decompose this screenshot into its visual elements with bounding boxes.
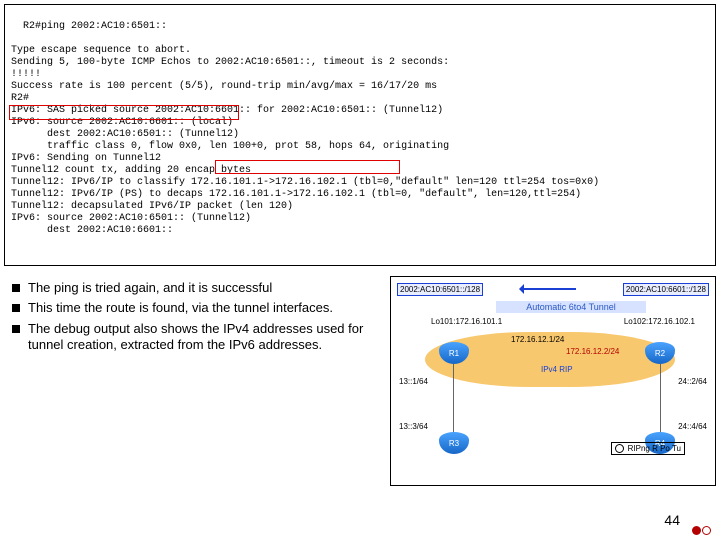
term-line: IPv6: source 2002:AC10:6501:: (Tunnel12): [11, 213, 251, 224]
term-line: R2#ping 2002:AC10:6501::: [23, 21, 167, 32]
lo-right: Lo102:172.16.102.1: [624, 317, 695, 326]
link-r1-r3: [453, 364, 454, 434]
term-line: R2#: [11, 93, 29, 104]
page-number: 44: [664, 512, 680, 528]
term-line: IPv6: source 2002:AC10:6601:: (local): [11, 117, 233, 128]
term-line: Tunnel12: IPv6/IP to classify 172.16.101…: [11, 177, 599, 188]
bullet-text: The ping is tried again, and it is succe…: [28, 280, 272, 296]
mid-top: 172.16.12.1/24: [511, 335, 564, 344]
term-line: dest 2002:AC10:6601::: [11, 225, 173, 236]
legend-text: RIPng R Po Tu: [628, 444, 681, 453]
bullet-list: The ping is tried again, and it is succe…: [4, 276, 384, 486]
term-line: Tunnel12: decapsulated IPv6/IP packet (l…: [11, 201, 293, 212]
bullet-text: This time the route is found, via the tu…: [28, 300, 333, 316]
l24-bot: 24::4/64: [678, 422, 707, 431]
router-r3: R3: [439, 432, 469, 454]
tunnel-banner: Automatic 6to4 Tunnel: [496, 301, 646, 313]
l13-top: 13::1/64: [399, 377, 428, 386]
mid-bot: 172.16.12.2/24: [566, 347, 619, 356]
term-line: IPv6: SAS picked source 2002:AC10:6601::…: [11, 105, 443, 116]
legend-circle-icon: [615, 444, 624, 453]
link-r2-r4: [660, 364, 661, 434]
lo-left: Lo101:172.16.101.1: [431, 317, 502, 326]
terminal-output: R2#ping 2002:AC10:6501:: Type escape seq…: [4, 4, 716, 266]
ipv6-left-label: 2002:AC10:6501::/128: [397, 283, 483, 296]
rip-label: IPv4 RIP: [541, 365, 573, 374]
term-line: Sending 5, 100-byte ICMP Echos to 2002:A…: [11, 57, 449, 68]
arrow-left-icon: [521, 288, 576, 290]
term-line: !!!!!: [11, 69, 41, 80]
l24-top: 24::2/64: [678, 377, 707, 386]
bullet-item: The ping is tried again, and it is succe…: [12, 280, 380, 296]
legend-box: RIPng R Po Tu: [611, 442, 685, 455]
term-line: Tunnel12 count tx, adding 20 encap bytes: [11, 165, 251, 176]
corner-logo: [692, 526, 714, 536]
bullet-text: The debug output also shows the IPv4 add…: [28, 321, 380, 354]
term-line: traffic class 0, flow 0x0, len 100+0, pr…: [11, 141, 449, 152]
term-line: Tunnel12: IPv6/IP (PS) to decaps 172.16.…: [11, 189, 581, 200]
bullet-item: The debug output also shows the IPv4 add…: [12, 321, 380, 354]
ipv6-right-label: 2002:AC10:6601::/128: [623, 283, 709, 296]
term-line: dest 2002:AC10:6501:: (Tunnel12): [11, 129, 239, 140]
l13-bot: 13::3/64: [399, 422, 428, 431]
term-line: Type escape sequence to abort.: [11, 45, 191, 56]
network-diagram: 2002:AC10:6501::/128 2002:AC10:6601::/12…: [390, 276, 716, 486]
term-line: IPv6: Sending on Tunnel12: [11, 153, 161, 164]
bullet-item: This time the route is found, via the tu…: [12, 300, 380, 316]
term-line: Success rate is 100 percent (5/5), round…: [11, 81, 437, 92]
